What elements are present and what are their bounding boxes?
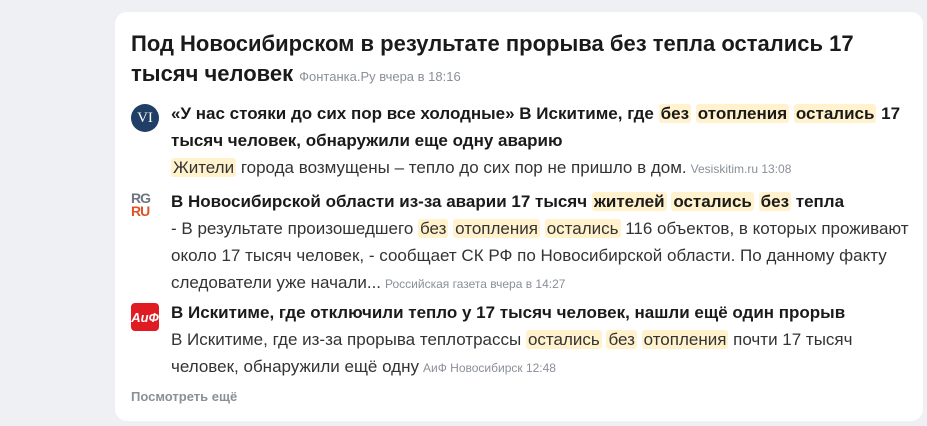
text: «У нас стояки до сих пор все холодные» В… bbox=[171, 104, 659, 123]
story-headline[interactable]: Под Новосибирском в результате прорыва б… bbox=[131, 29, 911, 92]
story-source[interactable]: Фонтанка.Ру вчера в 18:16 bbox=[299, 69, 461, 84]
vesiskitim-logo-icon: VI bbox=[131, 104, 159, 132]
highlight: без bbox=[606, 330, 637, 349]
text: города возмущены – тепло до сих пор не п… bbox=[236, 158, 687, 177]
highlight: без bbox=[758, 192, 792, 211]
highlight: отопления bbox=[453, 219, 540, 238]
highlight: Жители bbox=[171, 158, 237, 177]
highlight: отопления bbox=[695, 104, 790, 123]
highlight: отопления bbox=[641, 330, 729, 349]
news-item[interactable]: АиФ В Искитиме, где отключили тепло у 17… bbox=[131, 299, 911, 382]
aif-logo-icon: АиФ bbox=[131, 303, 159, 331]
news-item-snippet: Жители города возмущены – тепло до сих п… bbox=[171, 158, 687, 177]
news-item-meta[interactable]: АиФ Новосибирск 12:48 bbox=[423, 361, 556, 375]
news-item-title[interactable]: В Новосибирской области из-за аварии 17 … bbox=[171, 192, 844, 211]
highlight: остались bbox=[671, 192, 754, 211]
news-item-meta[interactable]: Vesiskitim.ru 13:08 bbox=[691, 162, 792, 176]
highlight: без bbox=[658, 104, 692, 123]
story-title[interactable]: Под Новосибирском в результате прорыва б… bbox=[131, 31, 854, 86]
news-item[interactable]: VI «У нас стояки до сих пор все холодные… bbox=[131, 100, 911, 183]
rg-logo-line2: RU bbox=[131, 203, 150, 219]
news-story-card: Под Новосибирском в результате прорыва б… bbox=[115, 12, 923, 421]
highlight: жителей bbox=[591, 192, 667, 211]
show-more-link[interactable]: Посмотреть ещё bbox=[131, 389, 237, 404]
rg-logo-icon: RG RU bbox=[131, 191, 159, 220]
highlight: остались bbox=[544, 219, 621, 238]
news-item-title[interactable]: В Искитиме, где отключили тепло у 17 тыс… bbox=[171, 303, 845, 322]
news-item[interactable]: RG RU В Новосибирской области из-за авар… bbox=[131, 188, 911, 298]
highlight: без bbox=[418, 219, 449, 238]
news-item-title[interactable]: «У нас стояки до сих пор все холодные» В… bbox=[171, 104, 900, 150]
highlight: остались bbox=[525, 330, 602, 349]
news-item-meta[interactable]: Российская газета вчера в 14:27 bbox=[385, 277, 565, 291]
highlight: остались bbox=[793, 104, 877, 123]
